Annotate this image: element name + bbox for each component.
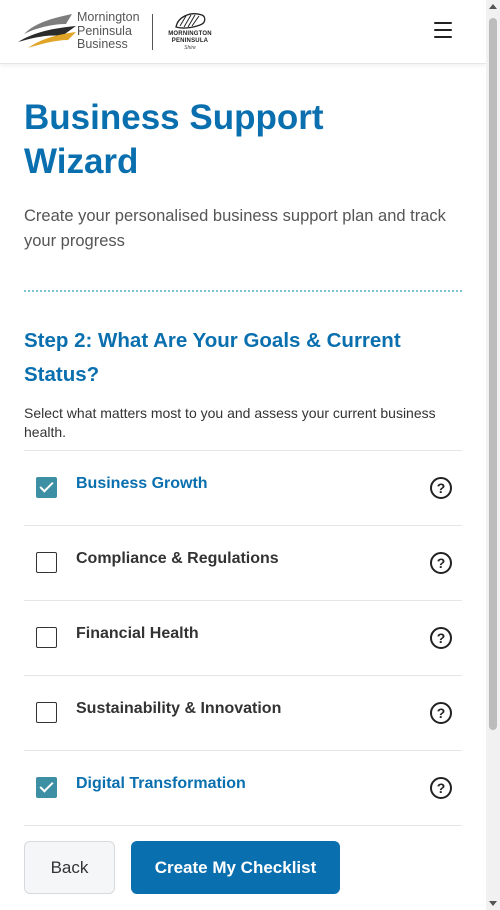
shire-logo-line1: MORNINGTON [168,31,212,37]
help-icon[interactable]: ? [430,702,452,724]
goal-item-financial-health[interactable]: Financial Health ? [24,601,462,676]
goal-checkbox[interactable] [36,552,57,573]
shire-logo-line3: Shire [184,45,196,51]
step-description: Select what matters most to you and asse… [24,405,436,440]
help-icon[interactable]: ? [430,627,452,649]
menu-icon[interactable] [432,18,456,42]
goal-item-digital-transformation[interactable]: Digital Transformation ? [24,751,462,826]
scrollbar[interactable] [486,0,500,910]
goal-item-compliance[interactable]: Compliance & Regulations ? [24,526,462,601]
goal-list: Business Growth ? Compliance & Regulatio… [24,450,462,826]
create-checklist-button[interactable]: Create My Checklist [131,841,340,894]
help-icon[interactable]: ? [430,777,452,799]
goal-item-business-growth[interactable]: Business Growth ? [24,451,462,526]
goal-checkbox[interactable] [36,627,57,648]
shire-logo-line2: PENINSULA [171,38,209,44]
goal-item-sustainability[interactable]: Sustainability & Innovation ? [24,676,462,751]
wizard-footer: Back Create My Checklist [0,828,486,910]
help-icon[interactable]: ? [430,552,452,574]
back-button[interactable]: Back [24,841,115,894]
help-icon[interactable]: ? [430,477,452,499]
scrollbar-thumb[interactable] [489,18,497,730]
site-header: Mornington Peninsula Business MORNINGTON… [0,0,486,64]
goal-label: Business Growth [76,475,208,492]
goal-checkbox[interactable] [36,777,57,798]
goal-checkbox[interactable] [36,477,57,498]
section-divider [24,290,462,292]
goal-label: Financial Health [76,625,199,642]
goal-label: Digital Transformation [76,775,246,792]
logo-text: Mornington Peninsula Business [77,10,140,51]
shell-icon [175,13,206,29]
wizard-content: Business Support Wizard Create your pers… [24,96,462,826]
logo-divider [152,14,153,50]
scroll-down-arrow-icon[interactable] [489,901,497,906]
goal-label: Compliance & Regulations [76,550,279,567]
scroll-up-arrow-icon[interactable] [489,4,497,9]
shire-logo[interactable]: MORNINGTON PENINSULA Shire [162,11,218,53]
goal-label: Sustainability & Innovation [76,700,282,717]
page-subtitle: Create your personalised business suppor… [24,207,446,250]
mornington-peninsula-business-logo-icon[interactable] [16,12,78,52]
page-title: Business Support Wizard [24,98,324,181]
goal-checkbox[interactable] [36,702,57,723]
step-title: Step 2: What Are Your Goals & Current St… [24,329,401,386]
